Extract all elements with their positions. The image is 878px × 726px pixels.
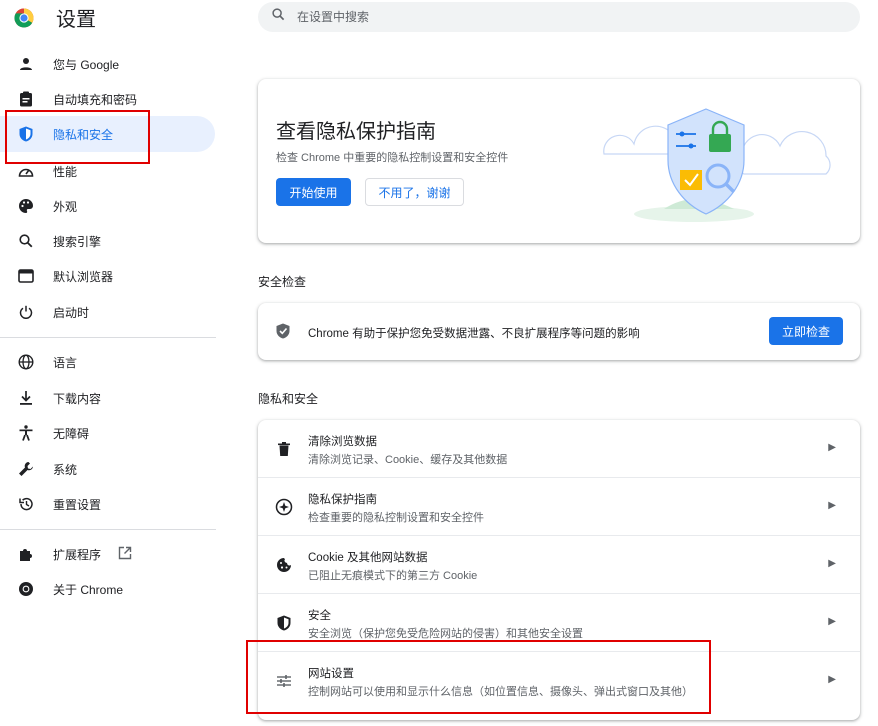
sidebar-item-label: 性能 xyxy=(53,164,78,179)
sidebar-item-label: 默认浏览器 xyxy=(53,269,114,284)
sidebar-item-accessibility[interactable]: 无障碍 xyxy=(0,415,215,451)
privacy-shield-illustration-icon xyxy=(594,94,834,234)
row-subtitle: 控制网站可以使用和显示什么信息（如位置信息、摄像头、弹出式窗口及其他） xyxy=(308,686,693,698)
power-icon xyxy=(17,303,35,321)
privacy-guide-subtitle: 检查 Chrome 中重要的隐私控制设置和安全控件 xyxy=(276,152,509,164)
sidebar-item-performance[interactable]: 性能 xyxy=(0,153,215,189)
external-link-icon xyxy=(118,546,132,565)
speedometer-icon xyxy=(17,162,35,180)
search-icon xyxy=(17,232,35,250)
page-title: 设置 xyxy=(56,9,96,31)
row-title: Cookie 及其他网站数据 xyxy=(308,552,428,564)
dismiss-privacy-guide-button[interactable]: 不用了，谢谢 xyxy=(365,178,464,206)
row-title: 清除浏览数据 xyxy=(308,436,377,448)
sidebar-item-default-browser[interactable]: 默认浏览器 xyxy=(0,258,215,294)
privacy-security-card: 清除浏览数据 清除浏览记录、Cookie、缓存及其他数据 ▶ 隐私保护指南 检查… xyxy=(258,420,860,720)
search-icon xyxy=(272,8,285,26)
sidebar-item-label: 隐私和安全 xyxy=(53,127,114,142)
sidebar-item-privacy-security[interactable]: 隐私和安全 xyxy=(0,116,215,152)
sidebar-item-extensions[interactable]: 扩展程序 xyxy=(0,536,215,572)
puzzle-icon xyxy=(17,545,35,563)
sidebar-item-about-chrome[interactable]: 关于 Chrome xyxy=(0,571,215,607)
sidebar-item-search-engine[interactable]: 搜索引擎 xyxy=(0,223,215,259)
trash-icon xyxy=(274,439,294,459)
sidebar-item-label: 系统 xyxy=(53,462,78,477)
search-input[interactable] xyxy=(295,9,799,25)
row-subtitle: 清除浏览记录、Cookie、缓存及其他数据 xyxy=(308,454,508,466)
row-title: 安全 xyxy=(308,610,331,622)
chevron-right-icon: ▶ xyxy=(828,442,836,453)
safety-check-card: Chrome 有助于保护您免受数据泄露、不良扩展程序等问题的影响 立即检查 xyxy=(258,303,860,360)
sidebar-item-languages[interactable]: 语言 xyxy=(0,344,215,380)
reset-history-icon xyxy=(17,495,35,513)
sidebar-item-label: 外观 xyxy=(53,199,78,214)
sidebar-item-label: 搜索引擎 xyxy=(53,234,102,249)
privacy-guide-row[interactable]: 隐私保护指南 检查重要的隐私控制设置和安全控件 ▶ xyxy=(258,478,860,535)
row-title: 网站设置 xyxy=(308,668,354,680)
sidebar-item-label: 您与 Google xyxy=(53,57,120,72)
start-privacy-guide-button[interactable]: 开始使用 xyxy=(276,178,351,206)
sidebar-item-you-and-google[interactable]: 您与 Google xyxy=(0,46,215,82)
row-subtitle: 检查重要的隐私控制设置和安全控件 xyxy=(308,512,484,524)
sidebar-item-appearance[interactable]: 外观 xyxy=(0,188,215,224)
sidebar-item-label: 自动填充和密码 xyxy=(53,92,138,107)
cookie-icon xyxy=(274,555,294,575)
compass-icon xyxy=(274,497,294,517)
sidebar-item-label: 语言 xyxy=(53,355,78,370)
palette-icon xyxy=(17,197,35,215)
chevron-right-icon: ▶ xyxy=(828,616,836,627)
safety-check-heading: 安全检查 xyxy=(258,275,307,289)
browser-window-icon xyxy=(17,267,35,285)
row-subtitle: 安全浏览（保护您免受危险网站的侵害）和其他安全设置 xyxy=(308,628,583,640)
sidebar-item-label: 重置设置 xyxy=(53,497,102,512)
sidebar-item-autofill[interactable]: 自动填充和密码 xyxy=(0,81,215,117)
clipboard-icon xyxy=(17,90,35,108)
sidebar-item-label: 无障碍 xyxy=(53,426,90,441)
check-now-button[interactable]: 立即检查 xyxy=(769,317,843,345)
sidebar-item-label: 扩展程序 xyxy=(53,547,102,562)
safety-shield-icon xyxy=(276,323,290,344)
accessibility-icon xyxy=(17,424,35,442)
site-settings-row[interactable]: 网站设置 控制网站可以使用和显示什么信息（如位置信息、摄像头、弹出式窗口及其他）… xyxy=(258,652,860,709)
sidebar-divider xyxy=(0,529,216,530)
chrome-logo-icon xyxy=(14,8,34,28)
security-row[interactable]: 安全 安全浏览（保护您免受危险网站的侵害）和其他安全设置 ▶ xyxy=(258,594,860,651)
sidebar-item-downloads[interactable]: 下载内容 xyxy=(0,380,215,416)
privacy-guide-card: 查看隐私保护指南 检查 Chrome 中重要的隐私控制设置和安全控件 开始使用 … xyxy=(258,79,860,243)
row-title: 隐私保护指南 xyxy=(308,494,377,506)
sidebar-item-system[interactable]: 系统 xyxy=(0,451,215,487)
globe-icon xyxy=(17,353,35,371)
download-icon xyxy=(17,389,35,407)
sidebar-item-reset-settings[interactable]: 重置设置 xyxy=(0,486,215,522)
privacy-security-heading: 隐私和安全 xyxy=(258,392,319,406)
shield-icon xyxy=(17,125,35,143)
sidebar-item-label: 关于 Chrome xyxy=(53,582,124,597)
sidebar-divider xyxy=(0,337,216,338)
privacy-guide-title: 查看隐私保护指南 xyxy=(276,121,436,143)
safety-check-description: Chrome 有助于保护您免受数据泄露、不良扩展程序等问题的影响 xyxy=(308,328,640,340)
chrome-icon xyxy=(17,580,35,598)
sidebar-item-on-startup[interactable]: 启动时 xyxy=(0,294,215,330)
chevron-right-icon: ▶ xyxy=(828,674,836,685)
chevron-right-icon: ▶ xyxy=(828,558,836,569)
sliders-icon xyxy=(274,671,294,691)
sidebar-item-label: 启动时 xyxy=(53,305,90,320)
cookies-row[interactable]: Cookie 及其他网站数据 已阻止无痕模式下的第三方 Cookie ▶ xyxy=(258,536,860,593)
wrench-icon xyxy=(17,460,35,478)
sidebar-item-label: 下载内容 xyxy=(53,391,102,406)
row-subtitle: 已阻止无痕模式下的第三方 Cookie xyxy=(308,570,478,582)
clear-browsing-data-row[interactable]: 清除浏览数据 清除浏览记录、Cookie、缓存及其他数据 ▶ xyxy=(258,420,860,477)
chevron-right-icon: ▶ xyxy=(828,500,836,511)
search-box[interactable] xyxy=(258,2,860,32)
security-shield-icon xyxy=(274,613,294,633)
person-icon xyxy=(17,55,35,73)
